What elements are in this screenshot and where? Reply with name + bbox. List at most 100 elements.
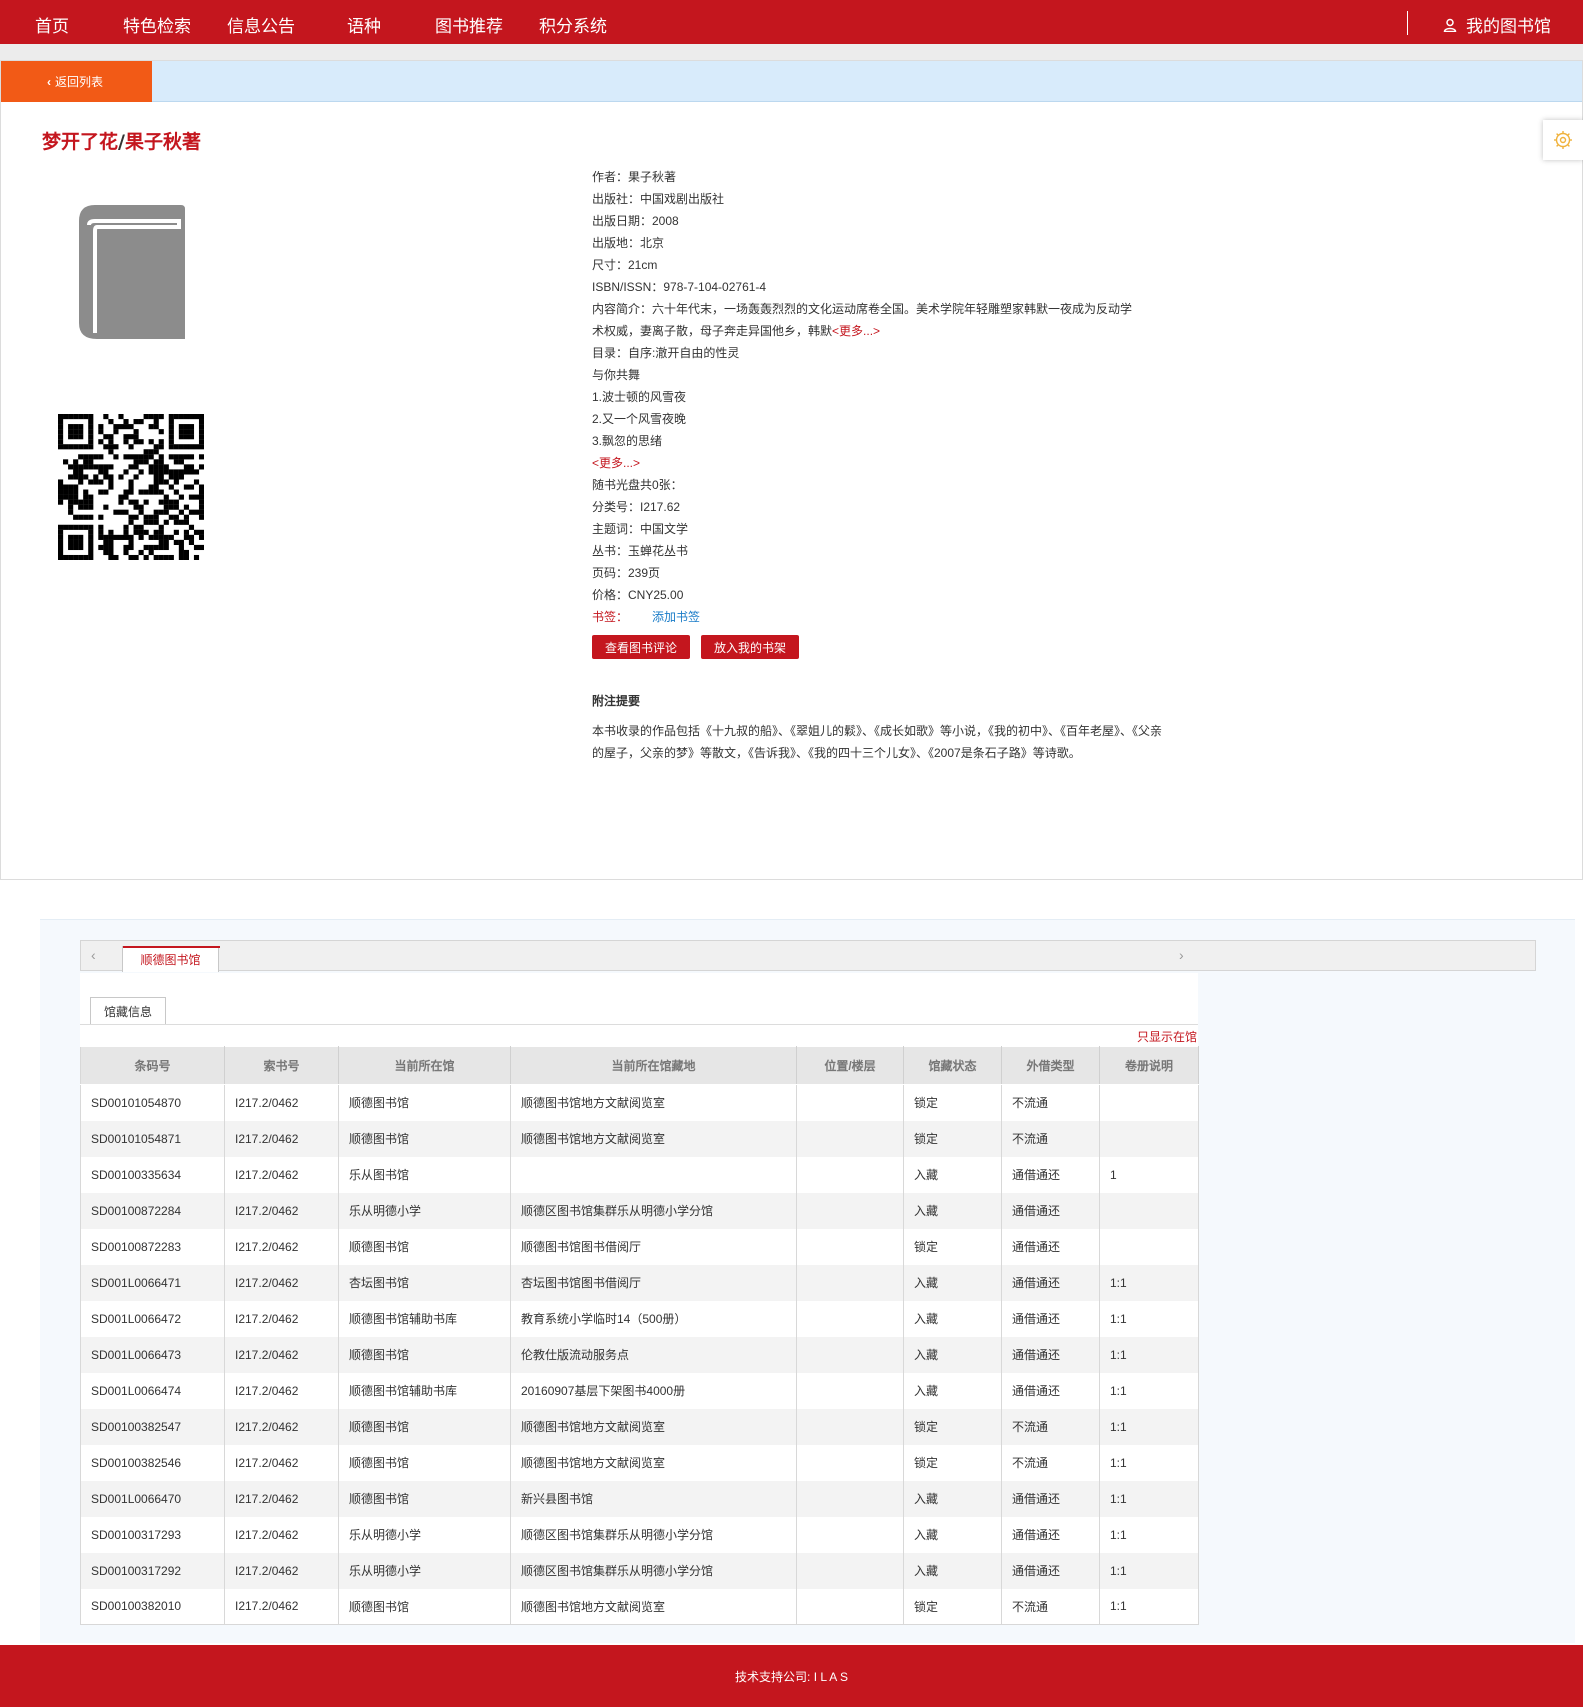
qr-module	[128, 479, 134, 485]
nav-points-system[interactable]: 积分系统	[539, 12, 607, 37]
qr-module	[118, 474, 124, 480]
qr-module	[103, 474, 109, 480]
table-cell	[796, 1552, 904, 1589]
nav-home[interactable]: 首页	[35, 12, 69, 37]
qr-module	[63, 489, 69, 495]
table-cell	[796, 1300, 904, 1337]
qr-module	[148, 534, 154, 540]
table-cell: 顺德图书馆辅助书库	[338, 1372, 511, 1409]
qr-module	[128, 534, 134, 540]
qr-module	[148, 489, 154, 495]
tab-prev-chevron-left-icon[interactable]: ‹	[91, 947, 96, 963]
qr-module	[68, 539, 74, 545]
qr-module	[153, 414, 159, 420]
nav-book-recommend[interactable]: 图书推荐	[435, 12, 503, 37]
meta-isbn: ISBN/ISSN：978-7-104-02761-4	[592, 280, 767, 294]
qr-module	[98, 479, 104, 485]
qr-module	[178, 554, 184, 561]
qr-module	[88, 529, 94, 535]
qr-module	[78, 464, 84, 470]
qr-module	[78, 414, 84, 420]
only-in-library-link[interactable]: 只显示在馆	[1137, 1028, 1197, 1045]
nav-announcements[interactable]: 信息公告	[227, 12, 295, 37]
table-cell: I217.2/0462	[224, 1120, 339, 1157]
tab-shunde-library[interactable]: 顺德图书馆	[122, 946, 220, 972]
qr-module	[158, 469, 164, 475]
table-cell: I217.2/0462	[224, 1552, 339, 1589]
table-row: SD00100335634 I217.2/0462 乐从图书馆 入藏 通借通还 1	[80, 1156, 1199, 1193]
toc-more-link[interactable]: <更多...>	[592, 456, 640, 470]
nav-language[interactable]: 语种	[347, 12, 381, 37]
qr-module	[88, 534, 94, 540]
qr-module	[78, 474, 84, 480]
tab-holdings-info[interactable]: 馆藏信息	[90, 997, 166, 1025]
qr-module	[143, 544, 149, 551]
summary-more-link[interactable]: <更多...>	[832, 324, 880, 338]
qr-module	[148, 414, 154, 420]
qr-module	[98, 529, 104, 535]
table-cell: 通借通还	[1001, 1480, 1100, 1517]
qr-module	[173, 474, 179, 480]
nav-special-search[interactable]: 特色检索	[123, 12, 191, 37]
qr-module	[128, 464, 134, 470]
qr-module	[188, 414, 195, 420]
qr-module	[98, 524, 104, 530]
meta-price: 价格：CNY25.00	[592, 588, 684, 602]
table-cell: 顺德区图书馆集群乐从明德小学分馆	[510, 1552, 797, 1589]
qr-module	[73, 544, 79, 551]
qr-module	[173, 489, 179, 495]
back-to-list-button[interactable]: ‹ 返回列表	[1, 61, 152, 102]
table-cell: 1:1	[1099, 1300, 1199, 1337]
qr-module	[58, 554, 64, 561]
qr-module	[163, 464, 169, 470]
qr-module	[153, 424, 159, 430]
column-header: 当前所在馆藏地	[510, 1046, 797, 1085]
qr-module	[83, 554, 89, 561]
qr-module	[168, 439, 174, 445]
qr-module	[103, 464, 109, 470]
table-cell: I217.2/0462	[224, 1444, 339, 1481]
qr-module	[73, 474, 79, 480]
qr-module	[98, 464, 104, 470]
table-cell	[1099, 1084, 1199, 1121]
qr-module	[173, 539, 179, 545]
table-cell: 锁定	[903, 1408, 1002, 1445]
table-cell: 杏坛图书馆	[338, 1264, 511, 1301]
qr-module	[148, 469, 154, 475]
table-cell: 乐从明德小学	[338, 1192, 511, 1229]
qr-module	[88, 444, 94, 450]
qr-module	[123, 544, 129, 551]
qr-module	[98, 534, 104, 540]
add-bookmark-link[interactable]: 添加书签	[652, 610, 700, 624]
qr-module	[103, 539, 109, 545]
qr-module	[73, 514, 79, 520]
table-cell: SD00101054870	[80, 1084, 225, 1121]
qr-module	[148, 439, 154, 445]
meta-subject: 主题词：中国文学	[592, 522, 689, 536]
qr-module	[198, 534, 205, 540]
my-library-link[interactable]: 我的图书馆	[1443, 12, 1551, 37]
qr-module	[73, 429, 79, 435]
qr-module	[58, 499, 64, 505]
qr-module	[198, 419, 205, 425]
qr-module	[158, 444, 164, 450]
table-cell: 1:1	[1099, 1408, 1199, 1445]
qr-module	[183, 429, 189, 435]
qr-module	[138, 489, 144, 495]
view-reviews-button[interactable]: 查看图书评论	[592, 635, 690, 659]
qr-module	[173, 514, 179, 520]
gear-icon	[1554, 131, 1572, 149]
qr-module	[73, 464, 79, 470]
qr-module	[93, 479, 99, 485]
qr-module	[198, 529, 205, 535]
tab-next-chevron-right-icon[interactable]: ›	[1179, 947, 1184, 963]
add-to-shelf-button[interactable]: 放入我的书架	[701, 635, 799, 659]
table-cell: 入藏	[903, 1516, 1002, 1553]
table-row: SD00100872283 I217.2/0462 顺德图书馆 顺德图书馆图书借阅厅 锁…	[80, 1228, 1199, 1265]
settings-float-button[interactable]	[1543, 120, 1583, 160]
qr-module	[143, 459, 149, 465]
table-cell: 不流通	[1001, 1408, 1100, 1445]
qr-module	[113, 534, 119, 540]
qr-module	[178, 434, 184, 440]
qr-module	[183, 454, 189, 460]
